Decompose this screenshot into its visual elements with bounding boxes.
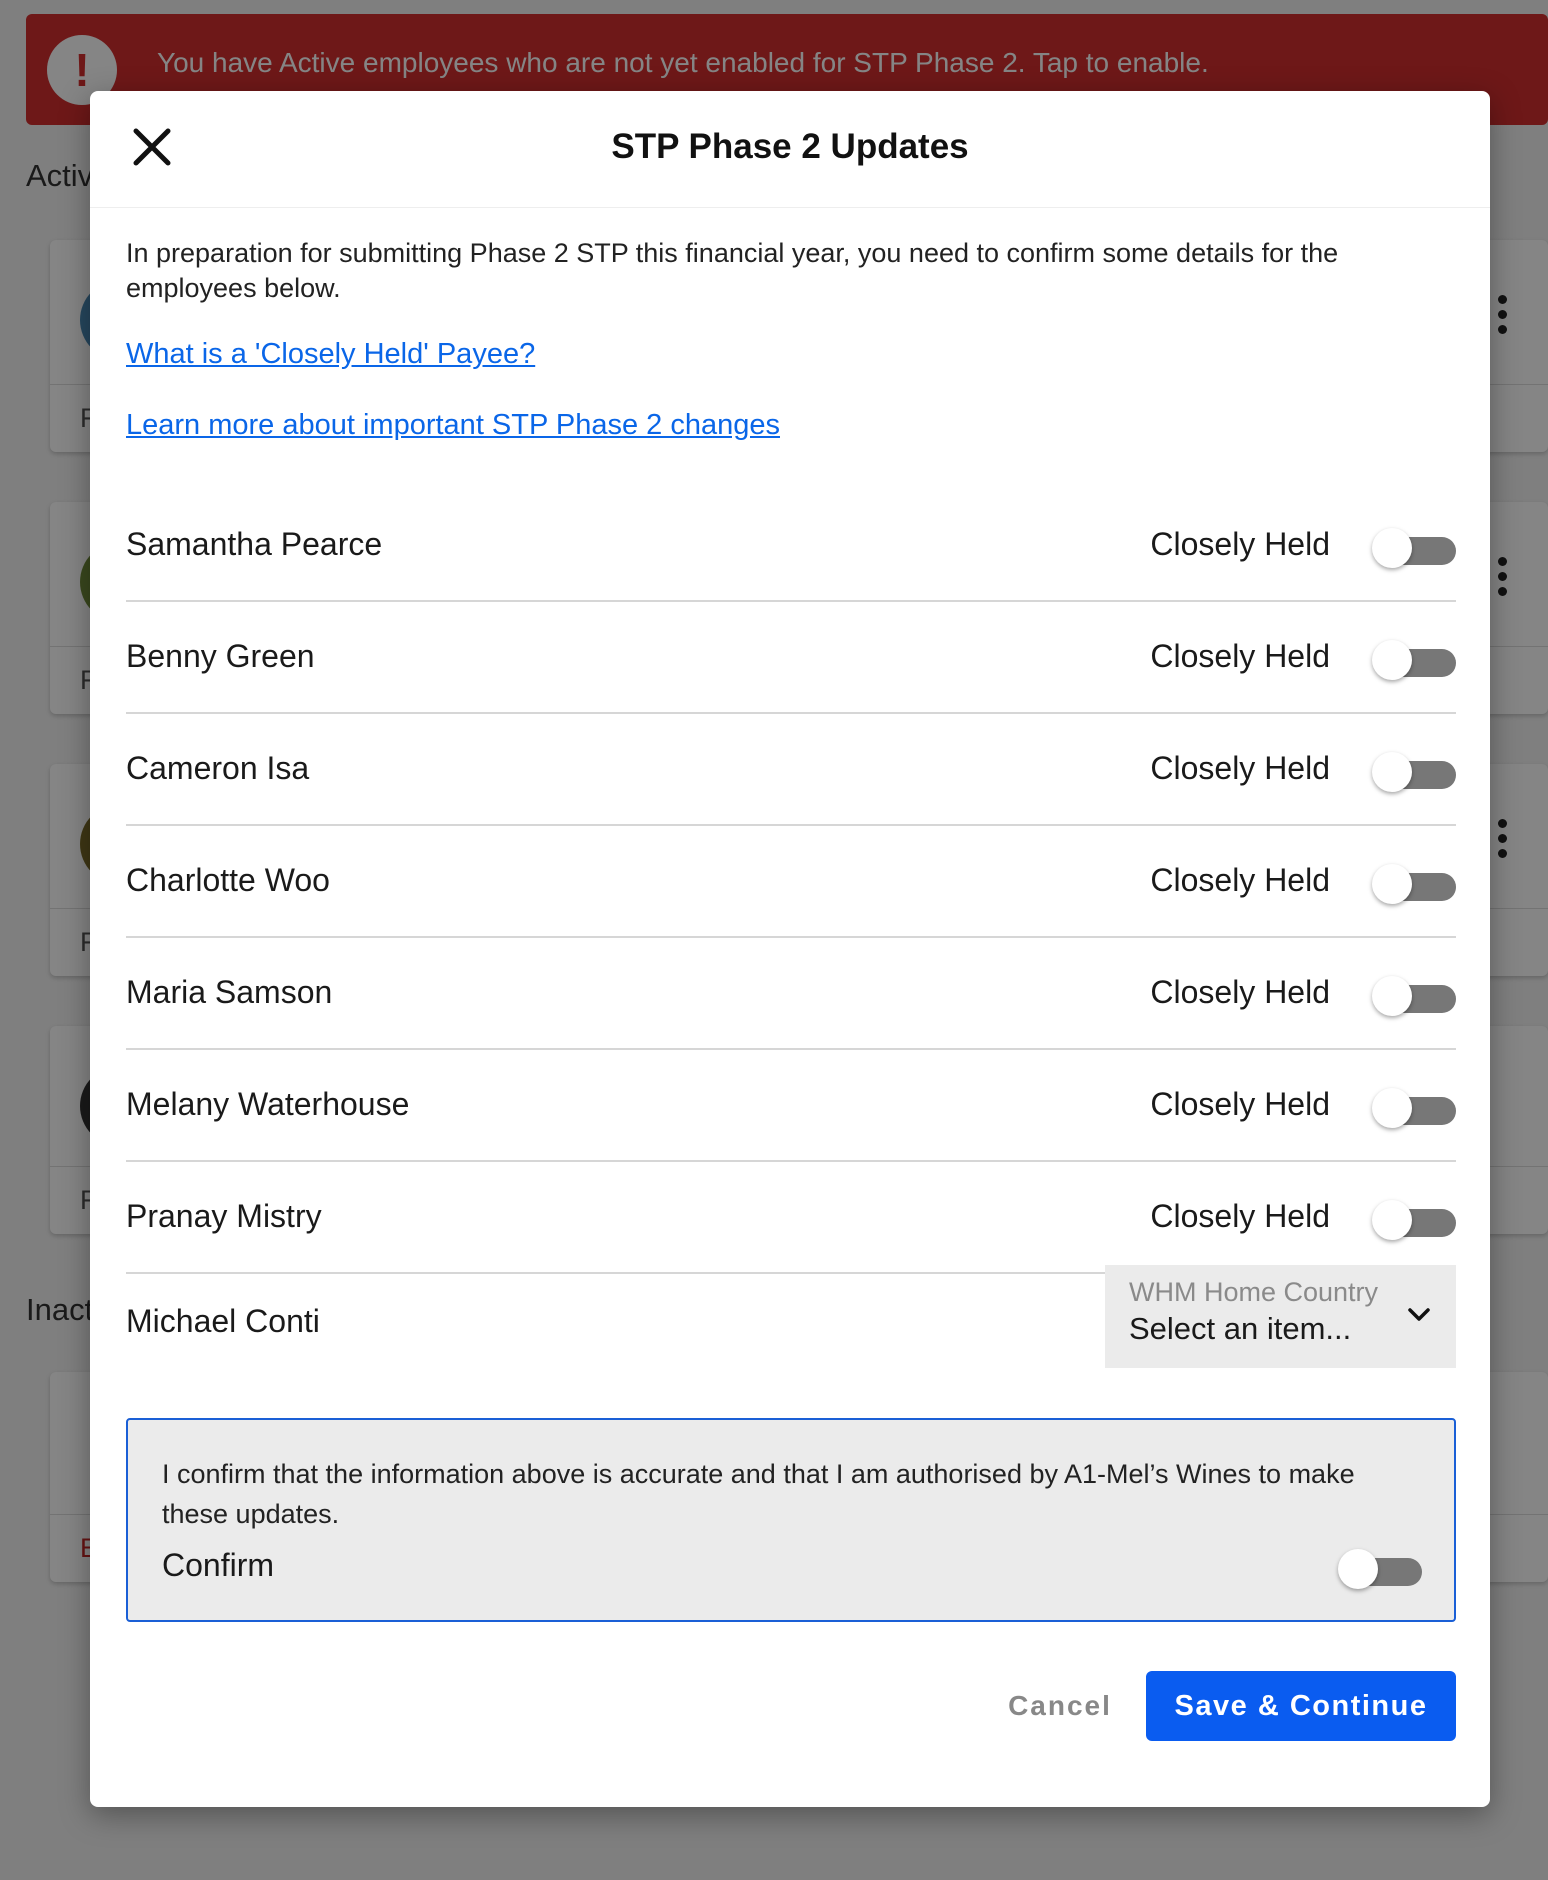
modal-title: STP Phase 2 Updates (611, 127, 969, 166)
confirm-toggle[interactable] (1338, 1549, 1422, 1589)
employee-row: Melany Waterhouse Closely Held (126, 1050, 1456, 1162)
employee-name: Melany Waterhouse (126, 1086, 410, 1122)
employee-row: Maria Samson Closely Held (126, 938, 1456, 1050)
closely-held-toggle[interactable] (1372, 1088, 1456, 1128)
confirm-panel: I confirm that the information above is … (126, 1418, 1456, 1622)
employee-row: Charlotte Woo Closely Held (126, 826, 1456, 938)
whm-employee-row: Michael Conti WHM Home Country Select an… (126, 1265, 1456, 1376)
employee-name: Maria Samson (126, 974, 333, 1010)
modal-header: STP Phase 2 Updates (90, 91, 1490, 208)
closely-held-toggle[interactable] (1372, 528, 1456, 568)
cancel-button[interactable]: Cancel (980, 1671, 1140, 1741)
closely-held-label: Closely Held (1150, 526, 1330, 562)
employee-name: Samantha Pearce (126, 526, 383, 562)
employee-row: Samantha Pearce Closely Held (126, 490, 1456, 602)
employee-name: Benny Green (126, 638, 315, 674)
learn-more-link[interactable]: Learn more about important STP Phase 2 c… (126, 409, 780, 442)
closely-held-toggle[interactable] (1372, 864, 1456, 904)
confirm-statement: I confirm that the information above is … (162, 1459, 1355, 1529)
closely-held-toggle[interactable] (1372, 752, 1456, 792)
dropdown-label: WHM Home Country (1129, 1277, 1379, 1307)
dropdown-value: Select an item... (1129, 1311, 1352, 1346)
whm-home-country-select[interactable]: WHM Home Country Select an item... (1105, 1265, 1456, 1368)
employee-row: Pranay Mistry Closely Held (126, 1162, 1456, 1274)
employee-name: Cameron Isa (126, 750, 310, 786)
stp-phase2-modal: STP Phase 2 Updates In preparation for s… (90, 91, 1490, 1807)
closely-held-toggle[interactable] (1372, 640, 1456, 680)
chevron-down-icon (1406, 1305, 1432, 1325)
employee-name: Michael Conti (126, 1303, 320, 1339)
intro-text: In preparation for submitting Phase 2 ST… (126, 238, 1339, 303)
closely-held-label: Closely Held (1150, 974, 1330, 1010)
closely-held-label: Closely Held (1150, 638, 1330, 674)
employee-row: Benny Green Closely Held (126, 602, 1456, 714)
closely-held-toggle[interactable] (1372, 1200, 1456, 1240)
closely-held-label: Closely Held (1150, 750, 1330, 786)
closely-held-label: Closely Held (1150, 1086, 1330, 1122)
closely-held-toggle[interactable] (1372, 976, 1456, 1016)
closely-held-info-link[interactable]: What is a 'Closely Held' Payee? (126, 338, 535, 371)
employee-name: Pranay Mistry (126, 1198, 322, 1234)
closely-held-label: Closely Held (1150, 862, 1330, 898)
save-continue-button[interactable]: Save & Continue (1146, 1671, 1456, 1741)
employee-row: Cameron Isa Closely Held (126, 714, 1456, 826)
closely-held-label: Closely Held (1150, 1198, 1330, 1234)
close-icon[interactable] (130, 125, 174, 169)
confirm-label: Confirm (162, 1547, 275, 1583)
employee-name: Charlotte Woo (126, 862, 330, 898)
